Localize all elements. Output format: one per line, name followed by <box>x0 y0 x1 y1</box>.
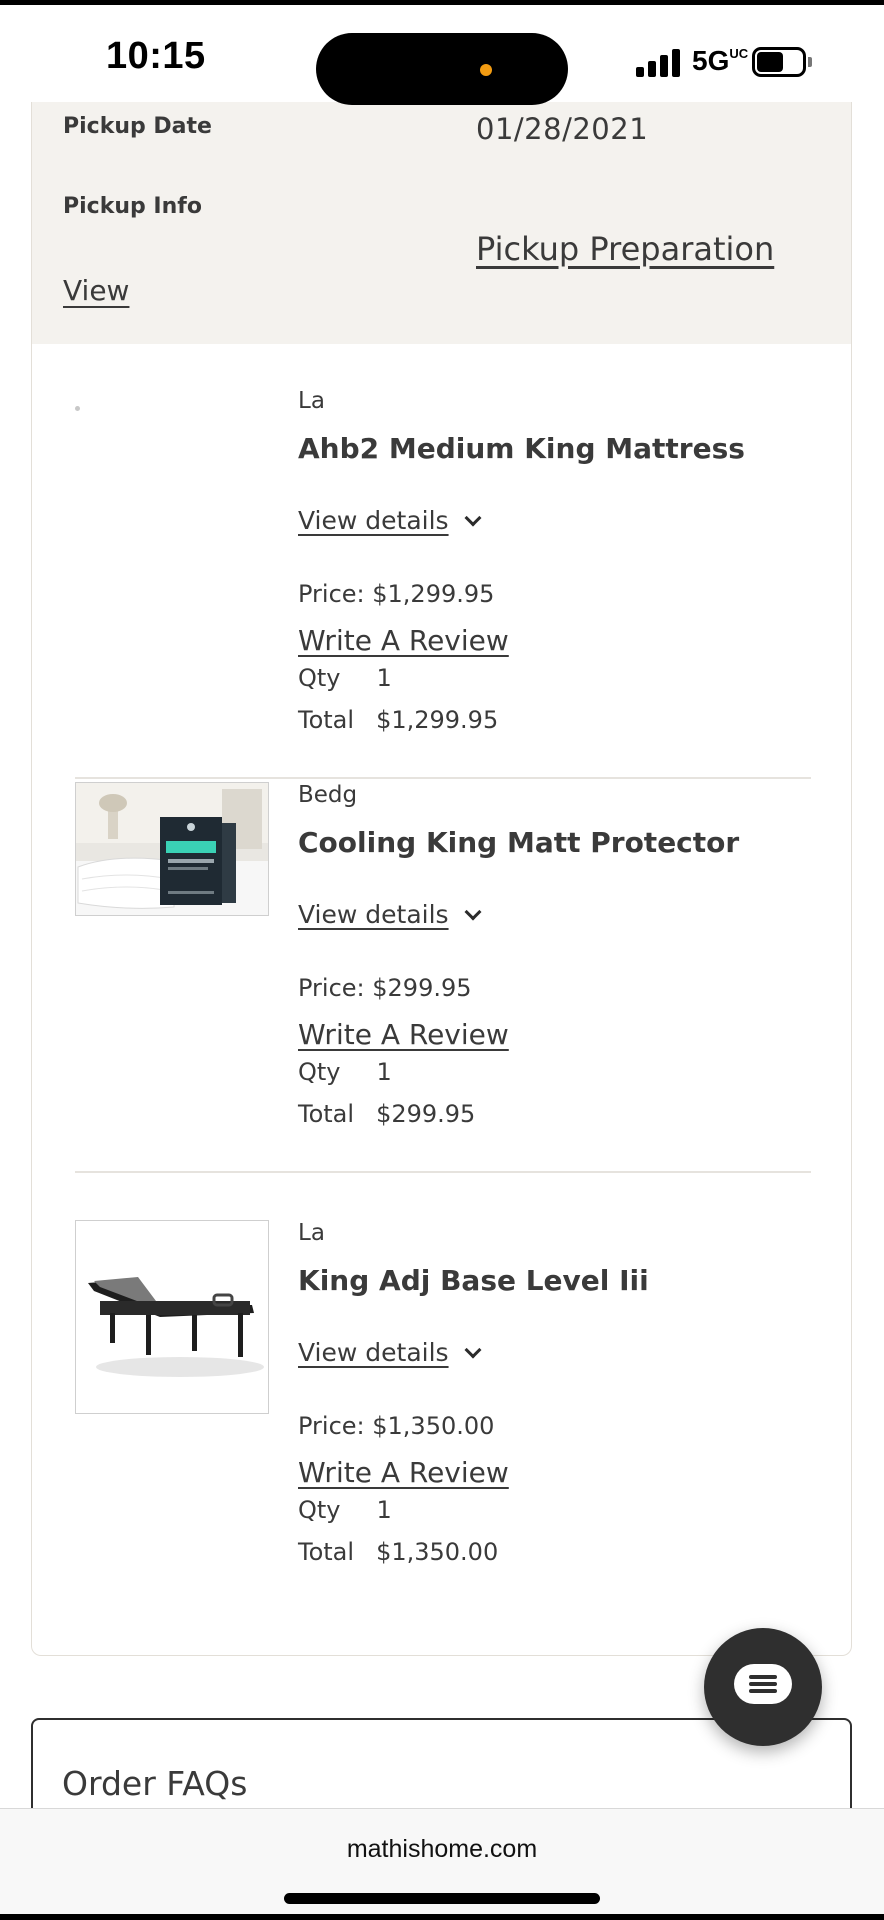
product-image-placeholder <box>75 406 80 411</box>
item-name: Cooling King Matt Protector <box>298 826 740 859</box>
item-price: Price: $299.95 <box>298 974 472 1002</box>
status-bar: 10:15 5GUC <box>0 0 884 105</box>
item-qty: Qty 1 <box>298 664 392 692</box>
total-label: Total <box>298 1538 355 1566</box>
item-name: King Adj Base Level Iii <box>298 1264 649 1297</box>
item-qty: Qty 1 <box>298 1496 392 1524</box>
total-value: $299.95 <box>376 1100 476 1128</box>
browser-address-bar[interactable]: mathishome.com <box>0 1808 884 1920</box>
product-image[interactable] <box>75 1220 269 1414</box>
qty-label: Qty <box>298 1496 341 1524</box>
item-brand: Bedg <box>298 782 358 808</box>
qty-value: 1 <box>376 664 392 692</box>
pickup-date-value: 01/28/2021 <box>476 112 649 146</box>
pickup-view-link[interactable]: View <box>63 274 129 307</box>
item-total: Total $1,350.00 <box>298 1538 498 1566</box>
item-brand: La <box>298 1220 325 1246</box>
screen-bottom-edge <box>0 1914 884 1920</box>
view-details-label: View details <box>298 900 449 929</box>
item-total: Total $1,299.95 <box>298 706 498 734</box>
dynamic-island <box>316 33 568 105</box>
item-qty: Qty 1 <box>298 1058 392 1086</box>
total-label: Total <box>298 1100 355 1128</box>
network-subtype: UC <box>729 46 749 61</box>
privacy-indicator-dot <box>480 64 492 76</box>
item-name: Ahb2 Medium King Mattress <box>298 432 745 465</box>
item-divider <box>75 1171 811 1173</box>
item-price: Price: $1,299.95 <box>298 580 495 608</box>
item-price: Price: $1,350.00 <box>298 1412 495 1440</box>
pickup-panel: Pickup Date 01/28/2021 Pickup Info Picku… <box>31 102 852 344</box>
view-details-label: View details <box>298 506 449 535</box>
qty-label: Qty <box>298 664 341 692</box>
chat-icon <box>734 1664 792 1704</box>
qty-value: 1 <box>376 1496 392 1524</box>
qty-value: 1 <box>376 1058 392 1086</box>
status-time: 10:15 <box>106 35 206 77</box>
order-faqs-title: Order FAQs <box>62 1764 248 1803</box>
mattress-protector-photo <box>76 783 268 915</box>
view-details-toggle[interactable]: View details <box>298 506 482 535</box>
network-indicator: 5GUC <box>692 45 749 77</box>
signal-icon <box>636 49 682 77</box>
total-label: Total <box>298 706 355 734</box>
view-details-label: View details <box>298 1338 449 1367</box>
home-indicator[interactable] <box>284 1893 600 1904</box>
total-value: $1,299.95 <box>376 706 499 734</box>
battery-icon <box>752 47 812 77</box>
item-brand: La <box>298 388 325 414</box>
item-divider <box>75 777 811 779</box>
view-details-toggle[interactable]: View details <box>298 1338 482 1367</box>
qty-label: Qty <box>298 1058 341 1086</box>
write-review-link[interactable]: Write A Review <box>298 1018 509 1051</box>
view-details-toggle[interactable]: View details <box>298 900 482 929</box>
pickup-info-label: Pickup Info <box>63 194 202 219</box>
chat-button[interactable] <box>704 1628 822 1746</box>
chevron-down-icon <box>464 903 482 921</box>
network-type: 5G <box>692 45 730 76</box>
pickup-preparation-link[interactable]: Pickup Preparation <box>476 230 774 268</box>
pickup-date-label: Pickup Date <box>63 114 212 139</box>
order-items-list: La Ahb2 Medium King Mattress View detail… <box>31 344 852 1656</box>
item-total: Total $299.95 <box>298 1100 475 1128</box>
chevron-down-icon <box>464 1341 482 1359</box>
adjustable-base-photo <box>76 1221 268 1413</box>
write-review-link[interactable]: Write A Review <box>298 1456 509 1489</box>
total-value: $1,350.00 <box>376 1538 499 1566</box>
product-image[interactable] <box>75 782 269 916</box>
url-text[interactable]: mathishome.com <box>0 1835 884 1864</box>
chevron-down-icon <box>464 509 482 527</box>
write-review-link[interactable]: Write A Review <box>298 624 509 657</box>
